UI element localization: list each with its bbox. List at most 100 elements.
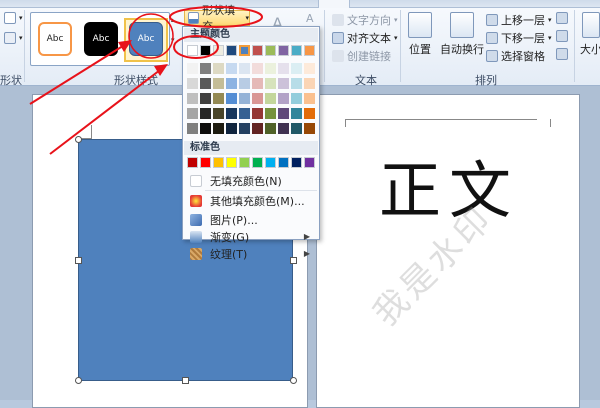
standard-color-swatch[interactable]	[239, 157, 250, 168]
theme-color-swatch[interactable]	[278, 45, 289, 56]
rotate-button[interactable]	[556, 48, 568, 60]
theme-shade-swatch[interactable]	[226, 63, 237, 74]
theme-shade-swatch[interactable]	[213, 123, 224, 134]
no-fill-menu-item[interactable]: 无填充颜色(N)	[184, 171, 318, 190]
create-link-button[interactable]: 创建链接	[332, 48, 391, 64]
theme-shade-swatch[interactable]	[226, 93, 237, 104]
theme-shade-swatch[interactable]	[187, 63, 198, 74]
theme-shade-swatch[interactable]	[213, 108, 224, 119]
theme-shade-swatch[interactable]	[291, 63, 302, 74]
gallery-scroll-down[interactable]: ▾	[171, 36, 175, 44]
theme-shade-swatch[interactable]	[265, 78, 276, 89]
theme-shade-swatch[interactable]	[304, 78, 315, 89]
align-text-button[interactable]: 对齐文本 ▾	[332, 30, 398, 46]
position-button[interactable]: 位置	[408, 12, 432, 57]
theme-shade-swatch[interactable]	[252, 123, 263, 134]
theme-shade-swatch[interactable]	[226, 108, 237, 119]
theme-shade-swatch[interactable]	[291, 123, 302, 134]
style-sample-black[interactable]: Abc	[84, 22, 118, 56]
theme-color-swatch[interactable]	[226, 45, 237, 56]
theme-shade-swatch[interactable]	[278, 108, 289, 119]
theme-shade-swatch[interactable]	[226, 78, 237, 89]
text-direction-button[interactable]: 文字方向 ▾	[332, 12, 398, 28]
standard-color-swatch[interactable]	[226, 157, 237, 168]
theme-shade-swatch[interactable]	[304, 63, 315, 74]
standard-color-swatch[interactable]	[187, 157, 198, 168]
theme-shade-swatch[interactable]	[252, 63, 263, 74]
theme-shade-swatch[interactable]	[200, 93, 211, 104]
theme-shade-swatch[interactable]	[200, 78, 211, 89]
theme-shade-swatch[interactable]	[200, 63, 211, 74]
theme-shade-swatch[interactable]	[291, 93, 302, 104]
shape-fill-button[interactable]: 形状填充 ▾	[184, 4, 250, 33]
shape-edit-button[interactable]: ▾	[4, 12, 23, 24]
theme-shade-swatch[interactable]	[239, 63, 250, 74]
selection-pane-button[interactable]: 选择窗格	[486, 48, 545, 64]
theme-shade-swatch[interactable]	[278, 78, 289, 89]
standard-color-swatch[interactable]	[213, 157, 224, 168]
theme-shade-swatch[interactable]	[278, 123, 289, 134]
resize-handle[interactable]	[75, 257, 82, 264]
resize-handle[interactable]	[182, 377, 189, 384]
style-sample-blue[interactable]: Abc	[129, 22, 163, 56]
theme-shade-swatch[interactable]	[239, 78, 250, 89]
resize-handle[interactable]	[75, 136, 82, 143]
theme-shade-swatch[interactable]	[278, 63, 289, 74]
text-fill-icon[interactable]: A	[306, 12, 314, 25]
theme-shade-swatch[interactable]	[304, 108, 315, 119]
theme-shade-swatch[interactable]	[304, 123, 315, 134]
theme-shade-swatch[interactable]	[252, 78, 263, 89]
theme-shade-swatch[interactable]	[291, 108, 302, 119]
theme-color-swatch[interactable]	[187, 45, 198, 56]
theme-shade-swatch[interactable]	[239, 108, 250, 119]
standard-color-swatch[interactable]	[304, 157, 315, 168]
theme-color-swatch[interactable]	[200, 45, 211, 56]
theme-color-swatch[interactable]	[265, 45, 276, 56]
bring-forward-button[interactable]: 上移一层 ▾	[486, 12, 552, 28]
standard-color-swatch[interactable]	[291, 157, 302, 168]
theme-shade-swatch[interactable]	[187, 78, 198, 89]
theme-shade-swatch[interactable]	[252, 93, 263, 104]
theme-shade-swatch[interactable]	[213, 78, 224, 89]
group-button[interactable]	[556, 30, 568, 42]
theme-shade-swatch[interactable]	[213, 63, 224, 74]
texture-menu-item[interactable]: 纹理(T) ▶	[184, 244, 318, 263]
tab-format[interactable]	[318, 0, 350, 8]
align-button[interactable]	[556, 12, 568, 24]
theme-shade-swatch[interactable]	[187, 93, 198, 104]
theme-color-swatch[interactable]	[213, 45, 224, 56]
theme-shade-swatch[interactable]	[291, 78, 302, 89]
theme-shade-swatch[interactable]	[265, 108, 276, 119]
theme-color-swatch[interactable]	[304, 45, 315, 56]
theme-shade-swatch[interactable]	[265, 63, 276, 74]
resize-handle[interactable]	[290, 377, 297, 384]
theme-shade-swatch[interactable]	[187, 108, 198, 119]
size-button[interactable]: 大小	[580, 12, 600, 57]
theme-color-swatch[interactable]	[252, 45, 263, 56]
theme-shade-swatch[interactable]	[213, 93, 224, 104]
theme-color-swatch[interactable]	[239, 45, 250, 56]
standard-color-swatch[interactable]	[252, 157, 263, 168]
send-backward-button[interactable]: 下移一层 ▾	[486, 30, 552, 46]
theme-shade-swatch[interactable]	[252, 108, 263, 119]
theme-shade-swatch[interactable]	[265, 123, 276, 134]
theme-shade-swatch[interactable]	[239, 123, 250, 134]
theme-shade-swatch[interactable]	[200, 108, 211, 119]
theme-color-swatch[interactable]	[291, 45, 302, 56]
resize-handle[interactable]	[75, 377, 82, 384]
gallery-scroll-up[interactable]: ▴	[171, 16, 175, 24]
style-sample-orange[interactable]: Abc	[38, 22, 72, 56]
standard-color-swatch[interactable]	[278, 157, 289, 168]
text-box-button[interactable]: ▾	[4, 32, 23, 44]
theme-shade-swatch[interactable]	[304, 93, 315, 104]
theme-shade-swatch[interactable]	[278, 93, 289, 104]
standard-color-swatch[interactable]	[200, 157, 211, 168]
theme-shade-swatch[interactable]	[187, 123, 198, 134]
theme-shade-swatch[interactable]	[226, 123, 237, 134]
more-colors-menu-item[interactable]: 其他填充颜色(M)...	[184, 191, 318, 210]
theme-shade-swatch[interactable]	[200, 123, 211, 134]
theme-shade-swatch[interactable]	[239, 93, 250, 104]
wrap-text-button[interactable]: 自动换行	[440, 12, 484, 57]
standard-color-swatch[interactable]	[265, 157, 276, 168]
theme-shade-swatch[interactable]	[265, 93, 276, 104]
